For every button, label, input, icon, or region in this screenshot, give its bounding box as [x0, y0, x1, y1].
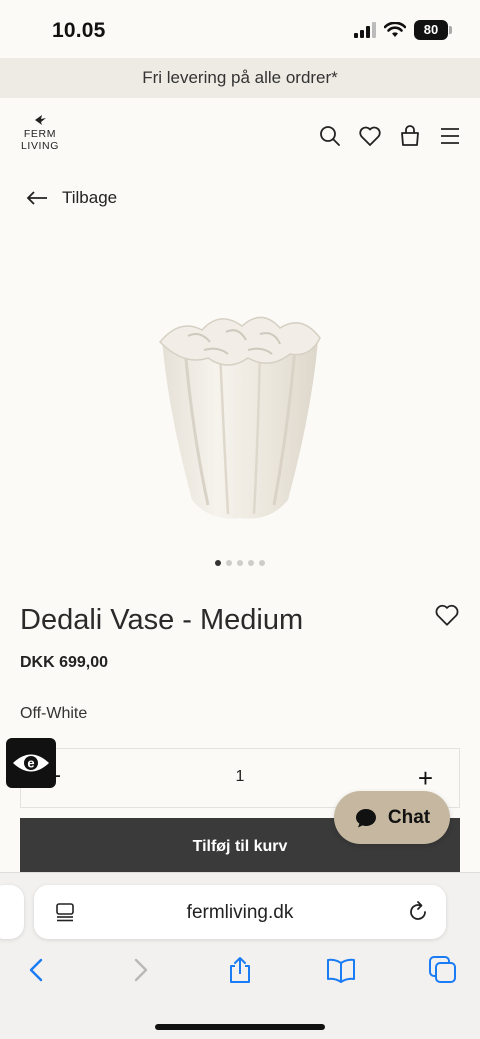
- logo-text-line1: FERM: [23, 128, 57, 140]
- image-carousel-dots: [0, 560, 480, 566]
- product-image[interactable]: [140, 300, 340, 530]
- browser-toolbar: fermliving.dk: [0, 872, 480, 1039]
- brand-logo[interactable]: FERM LIVING: [18, 114, 62, 152]
- heart-icon[interactable]: [358, 124, 382, 148]
- logo-text-line2: LIVING: [20, 140, 60, 152]
- share-icon[interactable]: [225, 955, 255, 985]
- battery-indicator: 80: [414, 20, 452, 40]
- product-color: Off-White: [20, 705, 88, 722]
- previous-tab-preview[interactable]: [0, 885, 24, 939]
- menu-icon[interactable]: [438, 124, 462, 148]
- back-link[interactable]: Tilbage: [26, 188, 117, 208]
- quantity-increase-button[interactable]: +: [418, 763, 433, 794]
- product-title: Dedali Vase - Medium: [20, 604, 304, 636]
- carousel-dot[interactable]: [226, 560, 232, 566]
- carousel-dot[interactable]: [237, 560, 243, 566]
- product-price: DKK 699,00: [20, 654, 109, 671]
- site-header: FERM LIVING: [0, 98, 480, 178]
- bookmarks-icon[interactable]: [326, 955, 356, 985]
- reload-icon[interactable]: [406, 900, 430, 924]
- quantity-value[interactable]: 1: [21, 768, 459, 786]
- back-arrow-icon[interactable]: [22, 955, 52, 985]
- carousel-dot[interactable]: [259, 560, 265, 566]
- url-text: fermliving.dk: [186, 902, 294, 923]
- svg-text:e: e: [27, 756, 34, 771]
- signal-icon: [354, 22, 376, 38]
- header-actions: [318, 124, 462, 148]
- search-icon[interactable]: [318, 124, 342, 148]
- chat-label: Chat: [387, 806, 431, 828]
- back-label: Tilbage: [62, 188, 118, 207]
- wifi-icon: [384, 22, 406, 37]
- promo-banner: Fri levering på alle ordrer*: [0, 58, 480, 98]
- status-icons: 80: [354, 20, 452, 40]
- carousel-dot[interactable]: [248, 560, 254, 566]
- chat-button[interactable]: Chat: [334, 791, 450, 844]
- carousel-dot[interactable]: [215, 560, 221, 566]
- status-bar: 10.05 80: [0, 0, 480, 58]
- browser-nav: [0, 955, 480, 995]
- chat-bubble-icon: [355, 808, 376, 827]
- forward-arrow-icon[interactable]: [125, 955, 155, 985]
- bag-icon[interactable]: [398, 124, 422, 148]
- address-bar[interactable]: fermliving.dk: [34, 885, 446, 939]
- arrow-left-icon: [26, 191, 47, 205]
- tabs-icon[interactable]: [428, 955, 458, 985]
- wishlist-heart-icon[interactable]: [434, 602, 460, 628]
- home-indicator: [155, 1024, 325, 1030]
- accessibility-eye-icon: e: [13, 754, 49, 772]
- logo-bird-icon: [35, 115, 46, 125]
- status-time: 10.05: [52, 19, 106, 42]
- accessibility-button[interactable]: e: [6, 738, 56, 788]
